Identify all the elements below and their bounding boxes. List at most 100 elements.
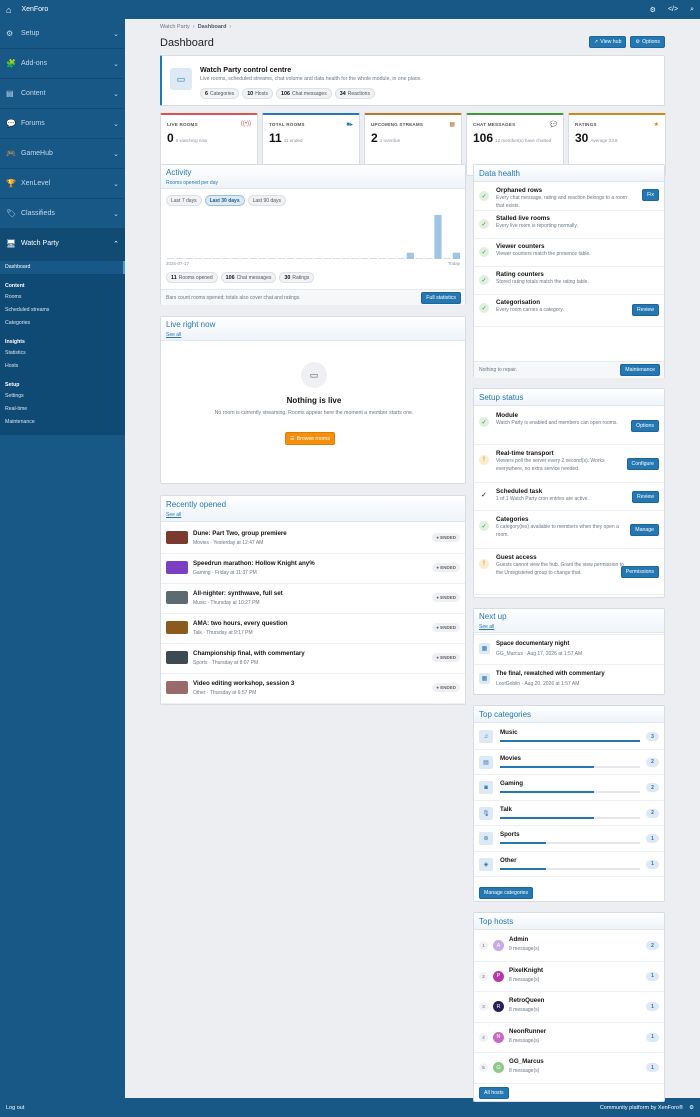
category-bar-fill xyxy=(500,765,594,768)
options-label: Options xyxy=(642,39,660,45)
category-row[interactable]: ◈ Other 1 xyxy=(474,852,664,877)
host-rank: 2 xyxy=(479,971,488,981)
recent-room-row[interactable]: AMA: two hours, every question Talk · Thu… xyxy=(161,614,465,644)
setup-action-button[interactable]: Options xyxy=(631,420,659,432)
check-title: Rating counters xyxy=(496,271,544,278)
category-bar-fill xyxy=(500,842,547,844)
stream-title[interactable]: Space documentary night xyxy=(496,641,569,647)
next-up-see-all[interactable]: See all xyxy=(479,624,494,630)
health-action-button[interactable]: Review xyxy=(631,304,659,316)
host-row[interactable]: 1 A Admin 9 message(s) 2 xyxy=(474,931,664,962)
section-label: Content xyxy=(21,90,46,97)
stream-title[interactable]: The final, rewatched with commentary xyxy=(496,671,605,677)
sidebar-section-add-ons[interactable]: 🧩 Add-ons ⌄ xyxy=(0,49,125,79)
tab-last-30-days[interactable]: Last 30 days xyxy=(204,195,245,206)
host-name[interactable]: GG_Marcus xyxy=(509,1058,544,1065)
all-hosts-button[interactable]: All hosts xyxy=(479,1087,509,1099)
subnav-realtime[interactable]: Real-time xyxy=(0,403,125,416)
next-up-row[interactable]: ▦ The final, rewatched with commentary Loo… xyxy=(474,664,664,694)
breadcrumb-dashboard[interactable]: Dashboard xyxy=(198,24,227,30)
live-see-all[interactable]: See all xyxy=(166,332,181,338)
sidebar-section-forums[interactable]: 💬 Forums ⌄ xyxy=(0,109,125,139)
activity-title: Activity xyxy=(166,168,192,177)
subnav-maintenance[interactable]: Maintenance xyxy=(0,416,125,429)
warning-icon: ! xyxy=(479,559,489,569)
recent-room-row[interactable]: Championship final, with commentary Sport… xyxy=(161,644,465,674)
logout-link[interactable]: Log out xyxy=(6,1105,24,1111)
recent-see-all[interactable]: See all xyxy=(166,512,181,518)
room-title[interactable]: AMA: two hours, every question xyxy=(193,620,288,627)
view-hub-button[interactable]: ↗ View hub xyxy=(588,36,627,48)
host-name[interactable]: RetroQueen xyxy=(509,997,544,1004)
category-row[interactable]: ⊛ Sports 1 xyxy=(474,826,664,852)
brand-name[interactable]: XenForo xyxy=(21,6,48,13)
breadcrumb-watch-party[interactable]: Watch Party xyxy=(160,24,190,30)
category-bar xyxy=(500,740,640,742)
tab-last-90-days[interactable]: Last 90 days xyxy=(247,195,286,206)
recent-room-row[interactable]: Speedrun marathon: Hollow Knight any% Gam… xyxy=(161,554,465,584)
full-statistics-button[interactable]: Full statistics xyxy=(421,292,461,304)
check-description: Stored rating totals match the rating ta… xyxy=(496,279,589,285)
sidebar-section-setup[interactable]: ⚙ Setup ⌄ xyxy=(0,19,125,49)
subnav-rooms[interactable]: Rooms xyxy=(0,291,125,304)
activity-bar xyxy=(296,258,304,259)
room-title[interactable]: Championship final, with commentary xyxy=(193,650,305,657)
options-button[interactable]: ⚙ Options xyxy=(630,36,665,48)
section-label: GameHub xyxy=(21,150,53,157)
category-row[interactable]: ◙ Gaming 2 xyxy=(474,775,664,801)
recent-room-row[interactable]: Dune: Part Two, group premiere Movies · Y… xyxy=(161,524,465,554)
category-bar xyxy=(500,816,640,819)
setup-title: Real-time transport xyxy=(496,450,554,457)
setup-action-button[interactable]: Configure xyxy=(626,458,659,470)
subnav-statistics[interactable]: Statistics xyxy=(0,347,125,360)
host-row[interactable]: 4 N NeonRunner 8 message(s) 1 xyxy=(474,1023,664,1053)
manage-categories-button[interactable]: Manage categories xyxy=(479,887,534,899)
activity-bar xyxy=(305,258,313,259)
health-action-button[interactable]: Fix xyxy=(642,189,659,201)
tab-last-7-days[interactable]: Last 7 days xyxy=(166,195,202,206)
setup-action-button[interactable]: Manage xyxy=(630,524,659,536)
room-title[interactable]: All-nighter: synthwave, full set xyxy=(193,590,283,597)
subnav-hosts[interactable]: Hosts xyxy=(0,360,125,373)
subnav-scheduled-streams[interactable]: Scheduled streams xyxy=(0,304,125,317)
category-row[interactable]: ▤ Movies 2 xyxy=(474,750,664,775)
sidebar-section-watch-party[interactable]: 🖥 Watch Party ⌃ xyxy=(0,229,125,259)
maintenance-button[interactable]: Maintenance xyxy=(620,364,660,376)
gear-icon[interactable]: ⚙ xyxy=(689,1105,694,1111)
room-title[interactable]: Dune: Part Two, group premiere xyxy=(193,530,287,537)
subnav-categories[interactable]: Categories xyxy=(0,317,125,330)
category-row[interactable]: 🎙 Talk 2 xyxy=(474,801,664,826)
host-row[interactable]: 2 P PixelKnight 8 message(s) 1 xyxy=(474,962,664,992)
recent-room-row[interactable]: Video editing workshop, session 3 Other ·… xyxy=(161,674,465,704)
host-row[interactable]: 3 R RetroQueen 8 message(s) 1 xyxy=(474,992,664,1023)
data-health-status: Nothing to repair. xyxy=(479,367,518,373)
live-empty-title: Nothing is live xyxy=(286,396,342,405)
host-name[interactable]: Admin xyxy=(509,936,528,943)
next-up-row[interactable]: ▦ Space documentary night GG_Marcus · Aug … xyxy=(474,634,664,664)
category-row[interactable]: ♫ Music 3 xyxy=(474,724,664,750)
host-name[interactable]: PixelKnight xyxy=(509,967,543,974)
activity-bar xyxy=(240,258,248,259)
subnav-dashboard[interactable]: Dashboard xyxy=(0,261,125,274)
home-icon[interactable]: ⌂ xyxy=(6,5,11,15)
sidebar-section-classifieds[interactable]: 🏷 Classifieds ⌄ xyxy=(0,199,125,229)
host-row[interactable]: 5 G GG_Marcus 8 message(s) 1 xyxy=(474,1053,664,1084)
pill-label: Ratings xyxy=(292,274,310,281)
sidebar-section-gamehub[interactable]: 🎮 GameHub ⌄ xyxy=(0,139,125,169)
gears-icon[interactable]: ⚙ xyxy=(650,6,656,14)
host-name[interactable]: NeonRunner xyxy=(509,1028,546,1035)
setup-action-button[interactable]: Permissions xyxy=(620,566,659,578)
recent-room-row[interactable]: All-nighter: synthwave, full set Music · … xyxy=(161,584,465,614)
host-count: 2 xyxy=(646,941,659,950)
sidebar-section-content[interactable]: ▤ Content ⌄ xyxy=(0,79,125,109)
room-title[interactable]: Speedrun marathon: Hollow Knight any% xyxy=(193,560,315,567)
search-icon[interactable]: ⌕ xyxy=(690,6,694,14)
browse-rooms-button[interactable]: ☰ Browse rooms xyxy=(285,432,335,445)
setup-action-button[interactable]: Review xyxy=(631,491,659,503)
sidebar-section-xenlevel[interactable]: 🏆 XenLevel ⌄ xyxy=(0,169,125,199)
subnav-settings[interactable]: Settings xyxy=(0,390,125,403)
pill-label: Chat messages xyxy=(291,90,327,97)
kpi-label: LIVE ROOMS xyxy=(167,122,198,127)
room-title[interactable]: Video editing workshop, session 3 xyxy=(193,680,294,687)
code-icon[interactable]: </> xyxy=(668,6,678,14)
